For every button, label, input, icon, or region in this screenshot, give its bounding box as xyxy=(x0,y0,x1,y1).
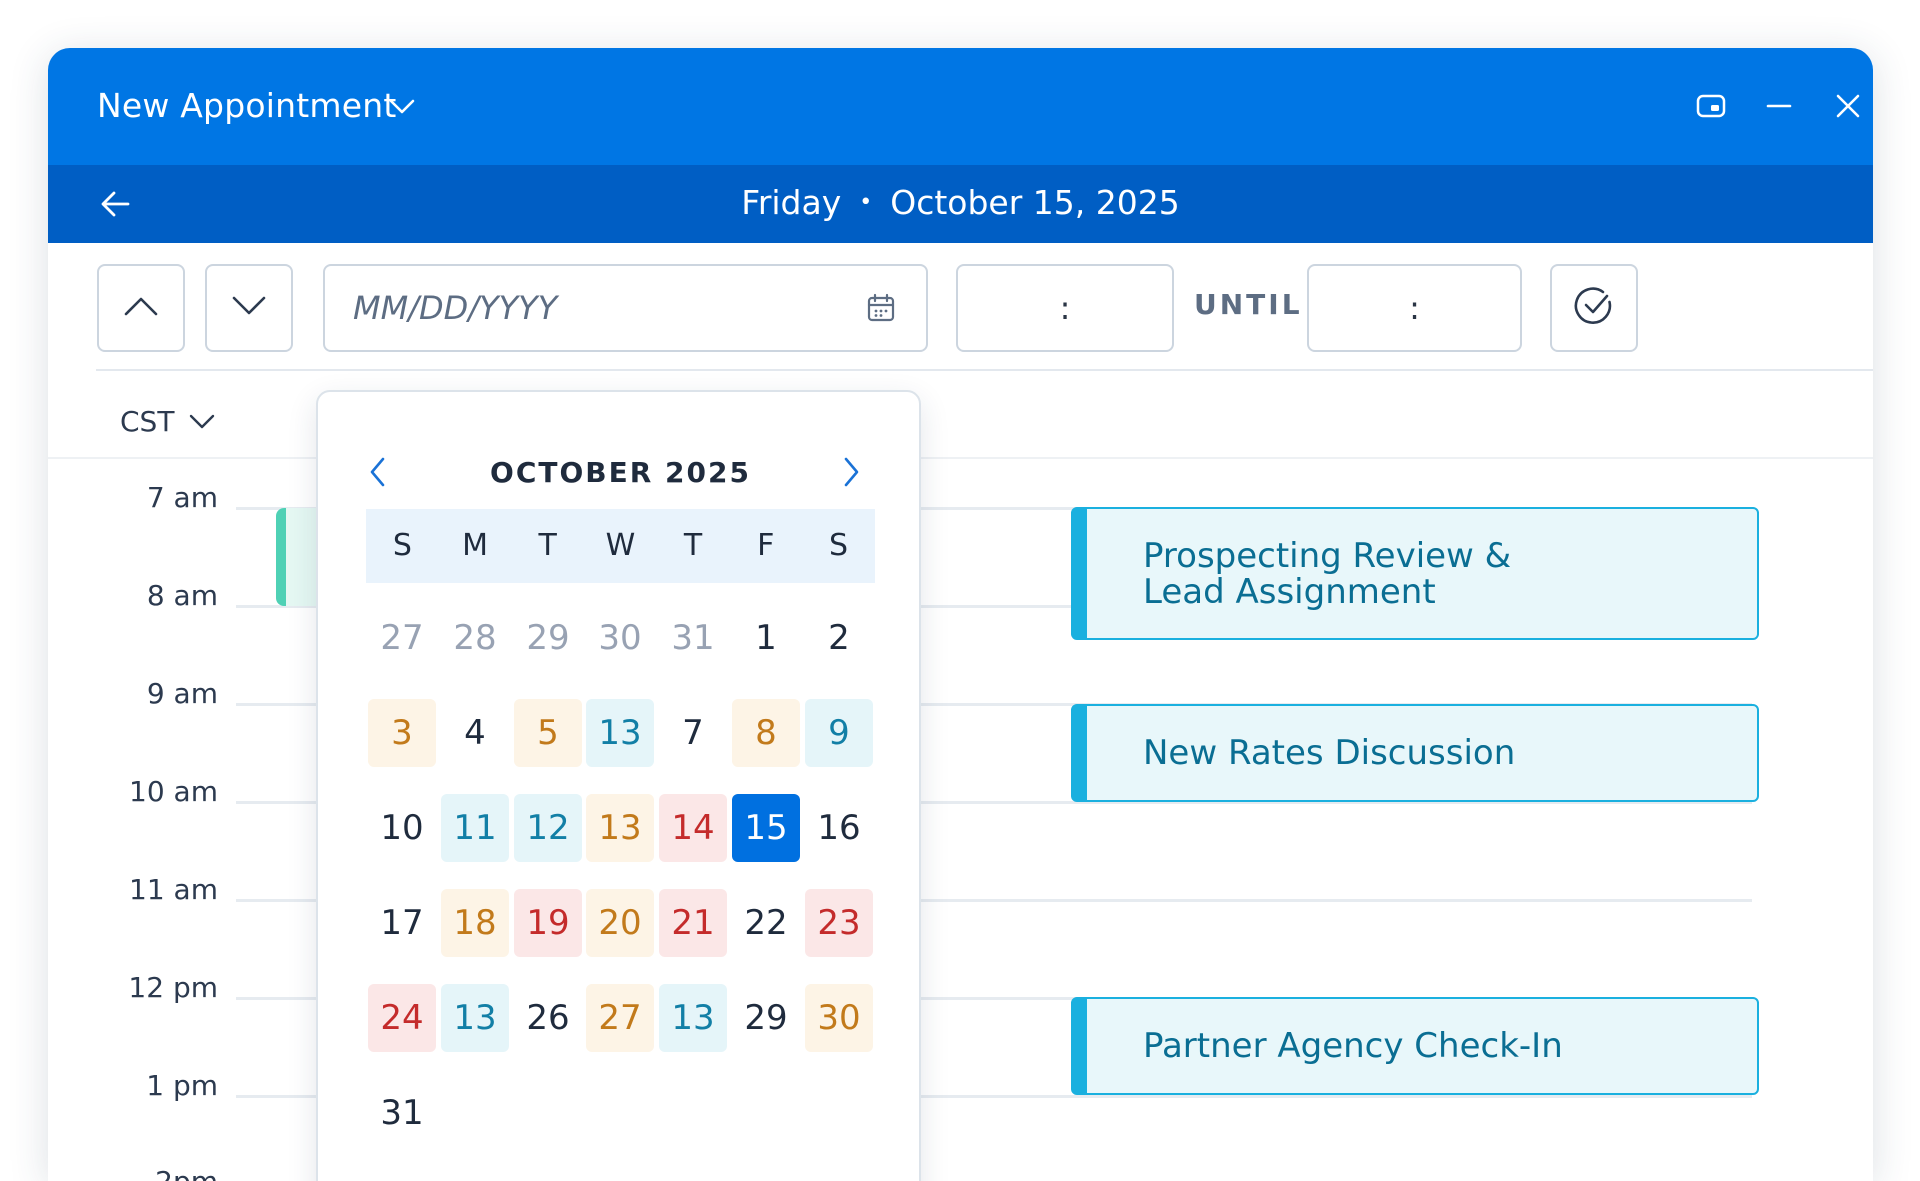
timezone-selector[interactable]: CST xyxy=(120,405,216,438)
weekday-label: F xyxy=(757,528,775,563)
calendar-day[interactable]: 13 xyxy=(441,984,509,1052)
chevron-down-icon xyxy=(231,295,267,321)
next-day-button[interactable] xyxy=(205,264,293,352)
check-circle-icon xyxy=(1573,285,1615,331)
calendar-day[interactable]: 16 xyxy=(805,794,873,862)
date-label: October 15, 2025 xyxy=(890,183,1180,222)
calendar-day[interactable]: 14 xyxy=(659,794,727,862)
hour-label: 8 am xyxy=(146,579,218,612)
window-title: New Appointment xyxy=(97,86,397,125)
calendar-day[interactable]: 12 xyxy=(514,794,582,862)
title-bar: New Appointment xyxy=(48,48,1873,165)
toolbar-divider xyxy=(96,369,1873,371)
calendar-day[interactable]: 3 xyxy=(368,699,436,767)
date-input[interactable]: MM/DD/YYYY xyxy=(323,264,928,352)
hour-label: 10 am xyxy=(129,775,218,808)
previous-day-button[interactable] xyxy=(97,264,185,352)
event-partially-hidden[interactable] xyxy=(276,508,321,606)
calendar-day[interactable]: 30 xyxy=(586,604,654,672)
event-partner-agency-check-in[interactable]: Partner Agency Check-In xyxy=(1071,997,1759,1095)
calendar-day[interactable]: 13 xyxy=(586,794,654,862)
calendar-icon[interactable] xyxy=(866,293,896,331)
calendar-day[interactable]: 10 xyxy=(368,794,436,862)
calendar-day[interactable]: 31 xyxy=(368,1079,436,1147)
chevron-up-icon xyxy=(123,295,159,321)
weekday-label: Friday xyxy=(741,183,842,222)
start-time-value: : xyxy=(1059,289,1071,327)
event-new-rates-discussion[interactable]: New Rates Discussion xyxy=(1071,704,1759,802)
current-date: Friday • October 15, 2025 xyxy=(48,183,1873,222)
calendar-day[interactable]: 17 xyxy=(368,889,436,957)
date-separator: • xyxy=(859,190,873,215)
calendar-day[interactable]: 26 xyxy=(514,984,582,1052)
date-header: Friday • October 15, 2025 xyxy=(48,165,1873,243)
hour-label: 9 am xyxy=(146,677,218,710)
calendar-day-selected[interactable]: 15 xyxy=(732,794,800,862)
calendar-day[interactable]: 11 xyxy=(441,794,509,862)
weekday-label: T xyxy=(683,528,703,563)
chevron-right-icon[interactable] xyxy=(831,452,871,492)
calendar-day[interactable]: 8 xyxy=(732,699,800,767)
calendar-day[interactable]: 24 xyxy=(368,984,436,1052)
event-title: Partner Agency Check-In xyxy=(1143,1026,1563,1066)
calendar-day[interactable]: 27 xyxy=(368,604,436,672)
end-time-field[interactable]: : xyxy=(1307,264,1522,352)
calendar-day[interactable]: 23 xyxy=(805,889,873,957)
hour-label: 2pm xyxy=(68,1165,218,1181)
calendar-day[interactable]: 18 xyxy=(441,889,509,957)
calendar-day[interactable]: 27 xyxy=(586,984,654,1052)
hour-label: 1 pm xyxy=(146,1069,218,1102)
weekday-label: M xyxy=(462,528,488,563)
calendar-day[interactable]: 5 xyxy=(514,699,582,767)
weekday-label: S xyxy=(828,528,848,563)
hour-label: 11 am xyxy=(129,873,218,906)
hour-label: 7 am xyxy=(146,481,218,514)
weekday-label: W xyxy=(605,528,636,563)
end-time-value: : xyxy=(1409,289,1420,327)
appointment-window: New Appointment Friday • October 15, 2025 xyxy=(48,48,1873,1181)
timezone-label: CST xyxy=(120,405,175,438)
calendar-day[interactable]: 19 xyxy=(514,889,582,957)
hour-label: 12 pm xyxy=(128,971,218,1004)
close-icon[interactable] xyxy=(1830,88,1866,124)
calendar-day[interactable]: 13 xyxy=(659,984,727,1052)
calendar-day[interactable]: 21 xyxy=(659,889,727,957)
calendar-day[interactable]: 9 xyxy=(805,699,873,767)
calendar-day[interactable]: 29 xyxy=(514,604,582,672)
confirm-button[interactable] xyxy=(1550,264,1638,352)
event-title: New Rates Discussion xyxy=(1143,733,1516,773)
calendar-day[interactable]: 29 xyxy=(732,984,800,1052)
picture-in-picture-icon[interactable] xyxy=(1693,88,1729,124)
weekday-label: S xyxy=(392,528,412,563)
date-placeholder: MM/DD/YYYY xyxy=(353,289,558,327)
calendar-day[interactable]: 31 xyxy=(659,604,727,672)
minimize-icon[interactable] xyxy=(1761,88,1797,124)
weekday-header: S M T W T F S xyxy=(366,509,875,583)
calendar-day[interactable]: 13 xyxy=(586,699,654,767)
event-prospecting-review[interactable]: Prospecting Review & Lead Assignment xyxy=(1071,507,1759,640)
calendar-day[interactable]: 4 xyxy=(441,699,509,767)
calendar-day[interactable]: 2 xyxy=(805,604,873,672)
calendar-day[interactable]: 1 xyxy=(732,604,800,672)
event-title: Prospecting Review & Lead Assignment xyxy=(1143,535,1512,612)
chevron-down-icon[interactable] xyxy=(388,98,416,120)
until-label: UNTIL xyxy=(1194,288,1303,321)
weekday-label: T xyxy=(538,528,557,563)
calendar-day[interactable]: 30 xyxy=(805,984,873,1052)
calendar-day[interactable]: 22 xyxy=(732,889,800,957)
date-picker-popover: OCTOBER 2025 S M T W T F S 27 28 29 30 31 1 2 3… xyxy=(316,390,921,1181)
calendar-day[interactable]: 7 xyxy=(659,699,727,767)
calendar-day[interactable]: 28 xyxy=(441,604,509,672)
start-time-field[interactable]: : xyxy=(956,264,1174,352)
calendar-day[interactable]: 20 xyxy=(586,889,654,957)
chevron-down-icon xyxy=(188,405,216,438)
